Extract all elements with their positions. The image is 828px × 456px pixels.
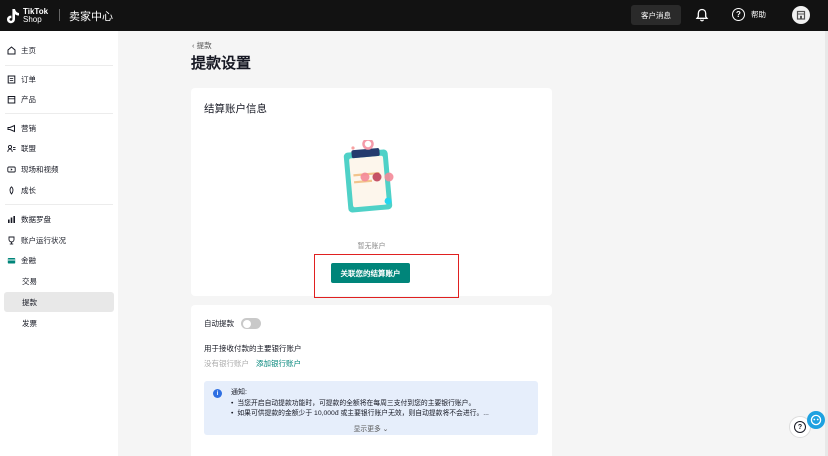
add-bank-account-link[interactable]: 添加银行账户 [256,358,301,369]
auto-withdraw-card: 自动提款 用于接收付款的主要银行账户 没有银行账户 添加银行账户 i 通知: 当… [191,305,552,456]
data-compass-icon [7,215,16,224]
home-icon [7,45,16,55]
video-icon [7,165,16,174]
sidebar-item-data-compass[interactable]: 数据罗盘 [0,209,118,229]
primary-bank-label: 用于接收付款的主要银行账户 [204,344,302,353]
sidebar-item-label: 产品 [21,94,36,104]
help-button[interactable]: ? 帮助 [732,8,766,21]
no-account-text: 暂无账户 [357,243,386,250]
sidebar-item-label: 联盟 [21,143,36,153]
sidebar-subitem-invoices[interactable]: 发票 [0,313,118,333]
sidebar-subitem-label: 交易 [22,276,37,286]
toggle-knob [242,319,251,328]
sidebar-item-label: 数据罗盘 [21,214,51,224]
page-title: 提款设置 [191,55,252,72]
question-icon: ? [794,421,806,433]
settlement-card-title: 结算账户信息 [204,103,267,115]
sidebar-subitem-label: 提款 [22,297,37,307]
sidebar-item-account-health[interactable]: 账户运行状况 [0,230,118,250]
customer-messages-button[interactable]: 客户消息 [631,5,681,25]
floating-chat-button[interactable] [807,411,825,429]
sidebar-item-home[interactable]: 主页 [0,40,118,60]
chat-bot-icon [810,414,822,426]
sidebar-item-orders[interactable]: 订单 [0,69,118,89]
sidebar: 主页 订单 产品 营销 联盟 现场和视频 成长 数据罗盘 账户运行状况 金融 交… [0,31,118,456]
notice-title: 通知: [231,389,247,396]
top-bar: TikTok Shop 卖家中心 客户消息 ? 帮助 [0,0,828,31]
empty-clipboard-illustration [343,140,394,213]
back-link[interactable]: ‹ 提款 [192,40,212,51]
sidebar-subitem-withdrawals[interactable]: 提款 [4,292,114,312]
auto-withdraw-toggle[interactable] [241,318,261,329]
seller-center-title: 卖家中心 [69,11,113,23]
sidebar-item-label: 订单 [21,74,36,84]
question-icon: ? [732,8,745,21]
sidebar-item-growth[interactable]: 成长 [0,180,118,200]
sidebar-subitem-transactions[interactable]: 交易 [0,271,118,291]
sidebar-item-label: 成长 [21,185,36,195]
sidebar-item-label: 现场和视频 [21,164,59,174]
sidebar-item-affiliate[interactable]: 联盟 [0,138,118,158]
show-more-link[interactable]: 显示更多 ⌄ [204,423,538,433]
sidebar-item-label: 营销 [21,123,36,133]
sidebar-divider [5,113,113,114]
notice-line: 当您开启自动提款功能时，可提款的全额将在每周三支付到您的主要银行账户。 [231,397,475,407]
growth-icon [7,185,16,195]
notice-line: 如果可供提款的金额少于 10,000đ 或主要银行账户无效，则自动提款将不会进行… [231,407,489,417]
sidebar-item-finance[interactable]: 金融 [0,250,118,270]
order-icon [7,75,16,84]
info-icon: i [213,389,222,398]
sidebar-divider [5,65,113,66]
sidebar-item-label: 账户运行状况 [21,235,66,245]
sidebar-item-marketing[interactable]: 营销 [0,118,118,138]
trophy-icon [7,236,16,245]
sidebar-item-products[interactable]: 产品 [0,89,118,109]
notice-box: i 通知: 当您开启自动提款功能时，可提款的全额将在每周三支付到您的主要银行账户… [204,381,538,435]
tiktok-logo-icon [7,8,19,23]
sidebar-item-label: 金融 [21,255,36,265]
wallet-icon [7,256,16,265]
avatar[interactable] [792,6,810,24]
brand-line2: Shop [23,14,42,24]
help-label: 帮助 [751,10,766,19]
auto-withdraw-label: 自动提款 [204,319,234,328]
product-icon [7,95,16,104]
store-icon [796,10,806,20]
auto-withdraw-row: 自动提款 [204,318,261,329]
sidebar-subitem-label: 发票 [22,318,37,328]
sidebar-divider [5,204,113,205]
affiliate-icon [7,144,16,153]
sidebar-item-live-video[interactable]: 现场和视频 [0,159,118,179]
megaphone-icon [7,124,16,133]
no-bank-account-text: 没有银行账户 [204,359,249,368]
bell-icon[interactable] [695,8,709,22]
tiktok-shop-logo[interactable]: TikTok Shop [6,5,48,26]
topbar-divider [59,9,60,21]
highlight-box [314,254,459,298]
sidebar-item-label: 主页 [21,45,36,55]
